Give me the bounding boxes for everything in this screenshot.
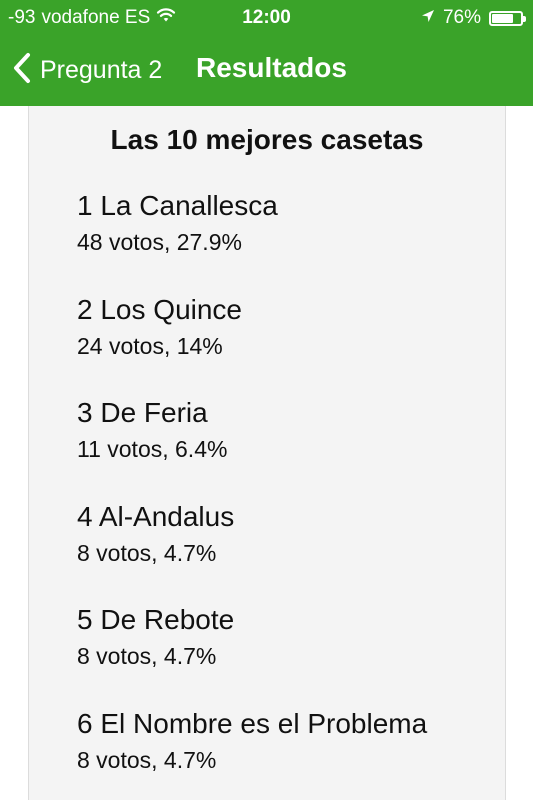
navigation-bar: Pregunta 2 Resultados	[0, 36, 533, 106]
list-item: 4 Al-Andalus8 votos, 4.7%	[77, 499, 497, 603]
result-rank: 3	[77, 397, 93, 428]
battery-level	[492, 14, 513, 23]
result-label: Al-Andalus	[99, 501, 234, 532]
status-right: 76%	[421, 7, 523, 29]
list-item: 2 Los Quince24 votos, 14%	[77, 292, 497, 396]
back-button[interactable]: Pregunta 2	[12, 52, 162, 89]
result-rank: 1	[77, 190, 93, 221]
list-item: 5 De Rebote8 votos, 4.7%	[77, 602, 497, 706]
result-name: 1 La Canallesca	[77, 188, 497, 224]
status-bar: -93 vodafone ES 12:00 76%	[0, 0, 533, 36]
result-label: De Rebote	[100, 604, 234, 635]
results-list: 1 La Canallesca48 votos, 27.9%2 Los Quin…	[77, 188, 497, 809]
result-name: 6 El Nombre es el Problema	[77, 706, 497, 742]
result-stats: 11 votos, 6.4%	[77, 433, 497, 465]
results-panel[interactable]: Las 10 mejores casetas 1 La Canallesca48…	[28, 106, 506, 800]
chevron-left-icon	[12, 52, 32, 89]
list-item: 3 De Feria11 votos, 6.4%	[77, 395, 497, 499]
result-label: Los Quince	[100, 294, 242, 325]
result-stats: 8 votos, 4.7%	[77, 537, 497, 569]
page-title: Resultados	[196, 52, 347, 84]
result-rank: 4	[77, 501, 93, 532]
result-stats: 8 votos, 4.7%	[77, 640, 497, 672]
result-name: 5 De Rebote	[77, 602, 497, 638]
result-label: La Canallesca	[100, 190, 277, 221]
result-name: 2 Los Quince	[77, 292, 497, 328]
result-name: 3 De Feria	[77, 395, 497, 431]
back-button-label: Pregunta 2	[40, 56, 162, 85]
result-rank: 2	[77, 294, 93, 325]
list-item: 1 La Canallesca48 votos, 27.9%	[77, 188, 497, 292]
result-name: 4 Al-Andalus	[77, 499, 497, 535]
result-stats: 24 votos, 14%	[77, 330, 497, 362]
result-label: El Nombre es el Problema	[100, 708, 427, 739]
result-stats: 48 votos, 27.9%	[77, 226, 497, 258]
result-rank: 6	[77, 708, 93, 739]
result-stats: 8 votos, 4.7%	[77, 744, 497, 776]
location-arrow-icon	[421, 7, 435, 29]
list-item: 6 El Nombre es el Problema8 votos, 4.7%	[77, 706, 497, 809]
battery-tip	[523, 16, 526, 22]
result-label: De Feria	[100, 397, 207, 428]
results-title: Las 10 mejores casetas	[29, 124, 505, 156]
battery-percent: 76%	[443, 7, 481, 29]
result-rank: 5	[77, 604, 93, 635]
battery-icon	[489, 11, 523, 26]
